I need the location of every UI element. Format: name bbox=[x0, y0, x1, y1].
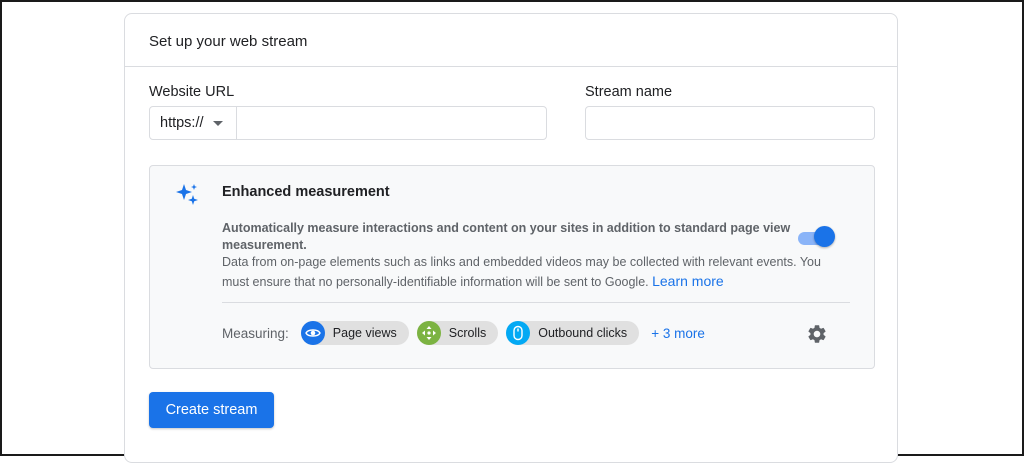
stream-name-input[interactable] bbox=[586, 107, 874, 139]
chip-label: Outbound clicks bbox=[538, 326, 628, 340]
card-title: Set up your web stream bbox=[125, 14, 897, 67]
learn-more-link[interactable]: Learn more bbox=[652, 273, 724, 289]
web-stream-card: Set up your web stream Website URL https… bbox=[124, 13, 898, 463]
divider bbox=[222, 302, 850, 303]
website-url-label: Website URL bbox=[149, 84, 235, 100]
note-text: Data from on-page elements such as links… bbox=[222, 255, 821, 289]
chip-label: Scrolls bbox=[448, 326, 487, 340]
chip-scrolls: Scrolls bbox=[416, 321, 499, 345]
more-measurements-link[interactable]: + 3 more bbox=[651, 326, 705, 341]
scroll-arrows-icon bbox=[416, 321, 441, 345]
eye-icon bbox=[300, 321, 325, 345]
sparkle-icon bbox=[176, 184, 198, 205]
chip-outbound-clicks: Outbound clicks bbox=[506, 321, 640, 345]
protocol-select[interactable]: https:// bbox=[150, 107, 237, 139]
enhanced-measurement-toggle[interactable] bbox=[798, 226, 836, 250]
protocol-value: https:// bbox=[160, 115, 204, 131]
website-url-input[interactable] bbox=[237, 107, 546, 139]
stream-name-label: Stream name bbox=[585, 84, 673, 100]
enhanced-measurement-title: Enhanced measurement bbox=[222, 184, 390, 200]
enhanced-measurement-panel: Enhanced measurement Automatically measu… bbox=[149, 165, 875, 369]
toggle-knob bbox=[814, 226, 835, 247]
measuring-label: Measuring: bbox=[222, 325, 289, 341]
website-url-field: https:// bbox=[149, 106, 547, 140]
stream-name-field bbox=[585, 106, 875, 140]
gear-icon[interactable] bbox=[806, 323, 828, 345]
mouse-icon bbox=[506, 321, 531, 345]
chip-page-views: Page views bbox=[300, 321, 409, 345]
measuring-row: Measuring: Page views Scrolls Outbound c… bbox=[222, 320, 705, 346]
create-stream-button[interactable]: Create stream bbox=[149, 392, 274, 428]
enhanced-measurement-description: Automatically measure interactions and c… bbox=[222, 221, 791, 252]
chip-label: Page views bbox=[332, 326, 397, 340]
enhanced-measurement-note: Data from on-page elements such as links… bbox=[222, 253, 842, 292]
chevron-down-icon bbox=[212, 120, 223, 126]
